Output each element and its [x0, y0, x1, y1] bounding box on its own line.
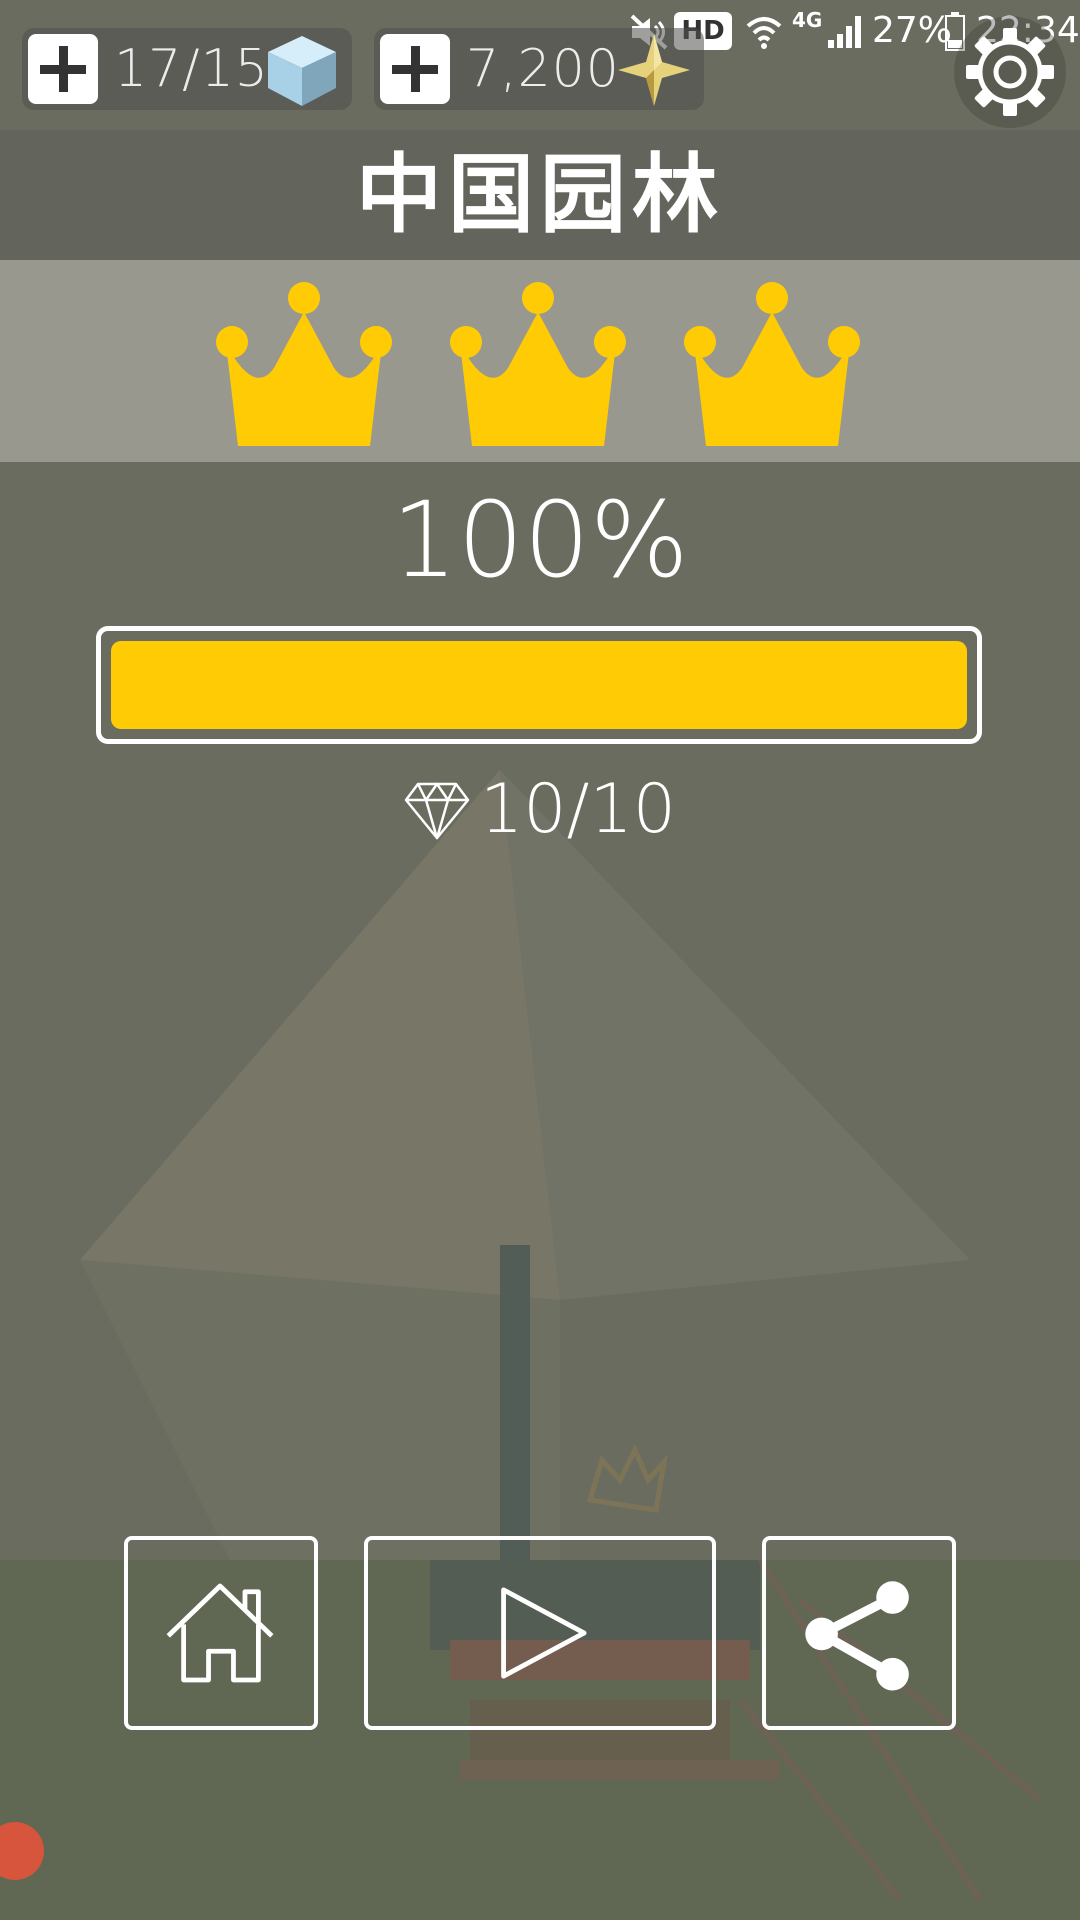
- diamond-icon: [404, 782, 470, 840]
- gear-icon: [966, 28, 1054, 116]
- home-icon: [166, 1583, 274, 1683]
- play-button[interactable]: [364, 1536, 716, 1730]
- crown-icon: [450, 282, 626, 446]
- plus-icon: [411, 46, 420, 92]
- add-blocks-button[interactable]: [28, 34, 98, 104]
- share-button[interactable]: [762, 1536, 956, 1730]
- play-icon: [501, 1587, 587, 1679]
- plus-icon: [59, 46, 68, 92]
- settings-button[interactable]: [954, 16, 1066, 128]
- completion-percent: 100%: [391, 479, 689, 601]
- gems-count: 10/10: [480, 770, 676, 849]
- level-title: 中国园林: [356, 145, 724, 245]
- gold-star-icon: [618, 34, 690, 106]
- coins-counter: 7,200: [374, 28, 704, 110]
- add-coins-button[interactable]: [380, 34, 450, 104]
- completion-progress-bar: [96, 626, 982, 744]
- blocks-counter: 17/15: [22, 28, 352, 110]
- crown-icon: [216, 282, 392, 446]
- network-type-label: 4G: [792, 8, 823, 32]
- signal-icon: [828, 16, 861, 48]
- ice-cube-icon: [268, 36, 336, 106]
- battery-percent: 27%: [872, 10, 953, 51]
- blocks-value: 17/15: [114, 39, 269, 99]
- share-icon: [805, 1581, 909, 1691]
- wifi-icon: [746, 17, 782, 49]
- gems-collected: 10/10: [0, 770, 1080, 850]
- home-button[interactable]: [124, 1536, 318, 1730]
- progress-fill: [111, 641, 967, 729]
- crown-icon: [684, 282, 860, 446]
- coins-value: 7,200: [466, 39, 620, 99]
